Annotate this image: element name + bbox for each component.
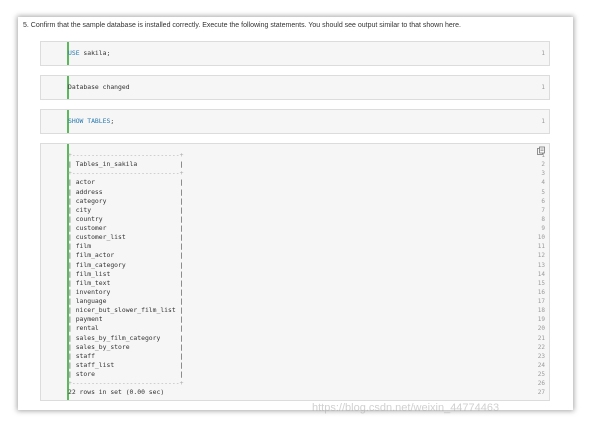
line-number: 13: [537, 261, 545, 269]
code-output: +----------------------------+ | Tables_i…: [68, 151, 183, 397]
watermark-text: https://blog.csdn.net/weixin_44774463: [312, 402, 500, 414]
line-gutter: [41, 76, 69, 99]
line-number: 6: [541, 197, 545, 205]
line-number: 11: [537, 243, 545, 251]
line-number: 12: [537, 252, 545, 260]
line-number: 8: [541, 215, 545, 223]
line-number-column: 1 2 3 4 5 6 7 8 9 10 11 12 13 14 15 16 17 18 19 20 21 22 23 24 2…: [525, 151, 545, 397]
code-line: Database changed: [68, 83, 130, 91]
sql-rest: ;: [110, 117, 115, 125]
line-number: 10: [537, 234, 545, 242]
line-number: 1: [541, 84, 545, 91]
code-line: USE sakila;: [68, 49, 110, 58]
instruction-text: 5. Confirm that the sample database is i…: [23, 22, 461, 29]
code-block-show: 1 SHOW TABLES;: [40, 109, 550, 134]
output-line: | store |: [68, 370, 184, 378]
output-line: | film_list |: [68, 269, 184, 278]
line-number: 9: [541, 225, 545, 232]
output-line: | film_category |: [68, 260, 184, 269]
line-number: 23: [537, 352, 545, 360]
table-border-line: +----------------------------+: [68, 169, 184, 178]
line-number: 15: [537, 279, 545, 287]
line-number: 21: [537, 334, 545, 342]
line-number: 17: [537, 298, 545, 305]
output-line: | language |: [68, 297, 184, 305]
line-number: 25: [537, 371, 545, 378]
output-line: | staff |: [68, 351, 184, 360]
output-line: | film |: [68, 242, 184, 251]
output-line: | city |: [68, 205, 184, 214]
line-gutter: [41, 110, 69, 133]
output-line: | sales_by_store |: [68, 342, 184, 351]
line-number: 14: [537, 270, 545, 278]
line-number: 26: [537, 380, 545, 388]
code-block-output: 1 2 3 4 5 6 7 8 9 10 11 12 13 14 15 16 17 18 19 20 21 22 23 24 2…: [40, 143, 550, 401]
document-card: 5. Confirm that the sample database is i…: [18, 17, 573, 410]
copy-icon[interactable]: [536, 146, 546, 156]
code-block-result: 1 Database changed: [40, 75, 550, 100]
line-number: 4: [541, 179, 545, 187]
line-number: 24: [537, 361, 545, 369]
line-number: 18: [537, 307, 545, 315]
output-line: | customer_list |: [68, 233, 184, 242]
sql-keyword: SHOW TABLES: [68, 117, 111, 125]
row-count-line: 22 rows in set (0.00 sec): [68, 388, 165, 397]
line-gutter: [41, 144, 69, 400]
table-border-line: +----------------------------+: [68, 151, 184, 159]
output-line: | nicer_but_slower_film_list |: [68, 306, 184, 315]
output-line: | film_text |: [68, 278, 184, 287]
output-line: | film_actor |: [68, 251, 184, 260]
line-number: 5: [541, 188, 545, 196]
output-line: | country |: [68, 214, 184, 223]
output-line: | inventory |: [68, 287, 184, 296]
line-gutter: [41, 42, 69, 65]
output-line: | rental |: [68, 324, 184, 333]
line-number: 16: [537, 288, 545, 296]
sql-keyword: USE: [68, 49, 80, 57]
output-line: | sales_by_film_category |: [68, 333, 184, 342]
line-number: 1: [541, 118, 545, 125]
output-line: | actor |: [68, 178, 184, 187]
output-line: | customer |: [68, 224, 184, 232]
line-number: 1: [541, 50, 545, 57]
output-line: | category |: [68, 196, 184, 205]
line-number: 27: [537, 389, 545, 397]
table-border-line: +----------------------------+: [68, 379, 184, 388]
output-line: | address |: [68, 187, 184, 196]
output-line: | staff_list |: [68, 360, 184, 369]
line-number: 2: [541, 161, 545, 169]
code-block-use: 1 USE sakila;: [40, 41, 550, 66]
line-number: 22: [537, 343, 545, 351]
output-line: | Tables_in_sakila |: [68, 160, 184, 169]
line-number: 3: [541, 170, 545, 178]
line-number: 19: [537, 316, 545, 324]
line-number: 7: [541, 206, 545, 214]
sql-rest: sakila;: [79, 49, 111, 57]
line-number: 20: [537, 325, 545, 333]
output-line: | payment |: [68, 315, 184, 324]
code-line: SHOW TABLES;: [68, 117, 114, 126]
